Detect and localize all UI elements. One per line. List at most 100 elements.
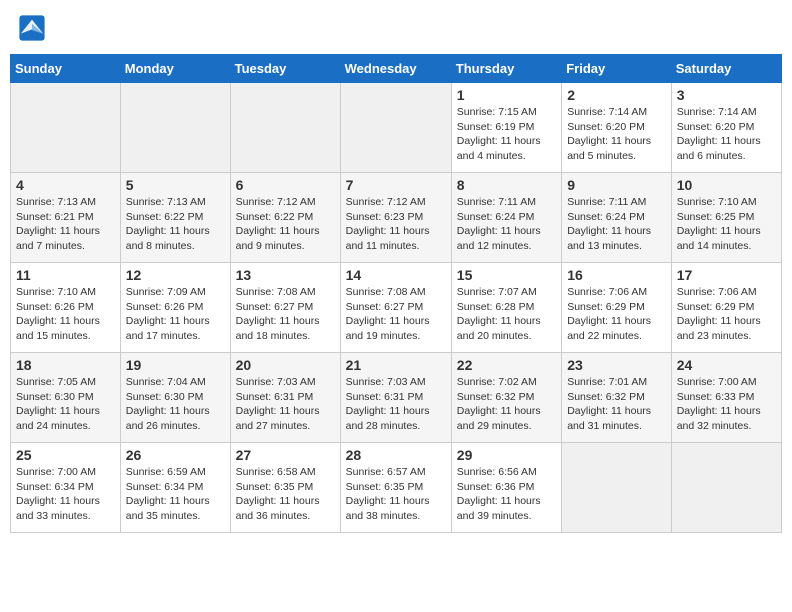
day-number: 20	[236, 357, 335, 373]
day-number: 26	[126, 447, 225, 463]
header-day-tuesday: Tuesday	[230, 55, 340, 83]
day-info: Sunrise: 7:03 AM Sunset: 6:31 PM Dayligh…	[236, 375, 335, 434]
day-info: Sunrise: 7:08 AM Sunset: 6:27 PM Dayligh…	[236, 285, 335, 344]
day-number: 10	[677, 177, 776, 193]
day-info: Sunrise: 7:07 AM Sunset: 6:28 PM Dayligh…	[457, 285, 556, 344]
calendar-cell: 29 Sunrise: 6:56 AM Sunset: 6:36 PM Dayli…	[451, 443, 561, 533]
day-number: 15	[457, 267, 556, 283]
day-info: Sunrise: 7:12 AM Sunset: 6:22 PM Dayligh…	[236, 195, 335, 254]
day-number: 16	[567, 267, 666, 283]
calendar-cell: 7 Sunrise: 7:12 AM Sunset: 6:23 PM Daylig…	[340, 173, 451, 263]
day-number: 22	[457, 357, 556, 373]
day-number: 28	[346, 447, 446, 463]
day-info: Sunrise: 7:05 AM Sunset: 6:30 PM Dayligh…	[16, 375, 115, 434]
calendar-cell: 17Sunrise: 7:06 AM Sunset: 6:29 PM Dayli…	[671, 263, 781, 353]
day-info: Sunrise: 7:00 AM Sunset: 6:33 PM Dayligh…	[677, 375, 776, 434]
day-info: Sunrise: 7:13 AM Sunset: 6:22 PM Dayligh…	[126, 195, 225, 254]
logo-icon	[18, 14, 46, 42]
day-number: 11	[16, 267, 115, 283]
calendar-cell: 22 Sunrise: 7:02 AM Sunset: 6:32 PM Dayli…	[451, 353, 561, 443]
header-day-wednesday: Wednesday	[340, 55, 451, 83]
calendar-cell	[230, 83, 340, 173]
day-number: 3	[677, 87, 776, 103]
day-info: Sunrise: 7:15 AM Sunset: 6:19 PM Dayligh…	[457, 105, 556, 164]
day-info: Sunrise: 7:04 AM Sunset: 6:30 PM Dayligh…	[126, 375, 225, 434]
header-day-friday: Friday	[562, 55, 672, 83]
calendar-cell: 10 Sunrise: 7:10 AM Sunset: 6:25 PM Dayli…	[671, 173, 781, 263]
day-number: 2	[567, 87, 666, 103]
calendar-week-2: 4Sunrise: 7:13 AM Sunset: 6:21 PM Daylig…	[11, 173, 782, 263]
day-number: 5	[126, 177, 225, 193]
calendar-cell: 18 Sunrise: 7:05 AM Sunset: 6:30 PM Dayli…	[11, 353, 121, 443]
calendar-cell: 12 Sunrise: 7:09 AM Sunset: 6:26 PM Dayli…	[120, 263, 230, 353]
day-number: 23	[567, 357, 666, 373]
calendar-cell: 3Sunrise: 7:14 AM Sunset: 6:20 PM Daylig…	[671, 83, 781, 173]
day-info: Sunrise: 6:58 AM Sunset: 6:35 PM Dayligh…	[236, 465, 335, 524]
header-day-monday: Monday	[120, 55, 230, 83]
day-info: Sunrise: 7:10 AM Sunset: 6:26 PM Dayligh…	[16, 285, 115, 344]
header-day-sunday: Sunday	[11, 55, 121, 83]
day-info: Sunrise: 7:10 AM Sunset: 6:25 PM Dayligh…	[677, 195, 776, 254]
calendar-week-4: 18 Sunrise: 7:05 AM Sunset: 6:30 PM Dayli…	[11, 353, 782, 443]
day-info: Sunrise: 7:14 AM Sunset: 6:20 PM Dayligh…	[567, 105, 666, 164]
calendar-cell: 13 Sunrise: 7:08 AM Sunset: 6:27 PM Dayli…	[230, 263, 340, 353]
calendar-cell: 2 Sunrise: 7:14 AM Sunset: 6:20 PM Daylig…	[562, 83, 672, 173]
calendar-cell	[562, 443, 672, 533]
calendar-cell: 16 Sunrise: 7:06 AM Sunset: 6:29 PM Dayli…	[562, 263, 672, 353]
day-number: 8	[457, 177, 556, 193]
day-number: 4	[16, 177, 115, 193]
day-number: 9	[567, 177, 666, 193]
calendar-cell	[340, 83, 451, 173]
day-number: 17	[677, 267, 776, 283]
day-info: Sunrise: 7:00 AM Sunset: 6:34 PM Dayligh…	[16, 465, 115, 524]
day-info: Sunrise: 7:02 AM Sunset: 6:32 PM Dayligh…	[457, 375, 556, 434]
day-info: Sunrise: 7:08 AM Sunset: 6:27 PM Dayligh…	[346, 285, 446, 344]
calendar-cell: 5 Sunrise: 7:13 AM Sunset: 6:22 PM Daylig…	[120, 173, 230, 263]
calendar-cell: 9 Sunrise: 7:11 AM Sunset: 6:24 PM Daylig…	[562, 173, 672, 263]
calendar-cell: 14 Sunrise: 7:08 AM Sunset: 6:27 PM Dayli…	[340, 263, 451, 353]
day-info: Sunrise: 7:12 AM Sunset: 6:23 PM Dayligh…	[346, 195, 446, 254]
calendar-cell	[11, 83, 121, 173]
day-number: 12	[126, 267, 225, 283]
calendar-cell	[120, 83, 230, 173]
day-number: 6	[236, 177, 335, 193]
calendar-cell: 19 Sunrise: 7:04 AM Sunset: 6:30 PM Dayli…	[120, 353, 230, 443]
calendar-cell: 23 Sunrise: 7:01 AM Sunset: 6:32 PM Dayli…	[562, 353, 672, 443]
day-number: 13	[236, 267, 335, 283]
day-info: Sunrise: 7:09 AM Sunset: 6:26 PM Dayligh…	[126, 285, 225, 344]
day-info: Sunrise: 7:11 AM Sunset: 6:24 PM Dayligh…	[567, 195, 666, 254]
day-info: Sunrise: 7:06 AM Sunset: 6:29 PM Dayligh…	[567, 285, 666, 344]
calendar-cell	[671, 443, 781, 533]
day-number: 18	[16, 357, 115, 373]
day-info: Sunrise: 7:01 AM Sunset: 6:32 PM Dayligh…	[567, 375, 666, 434]
day-number: 19	[126, 357, 225, 373]
calendar-week-1: 1Sunrise: 7:15 AM Sunset: 6:19 PM Daylig…	[11, 83, 782, 173]
day-info: Sunrise: 6:59 AM Sunset: 6:34 PM Dayligh…	[126, 465, 225, 524]
calendar-week-5: 25 Sunrise: 7:00 AM Sunset: 6:34 PM Dayli…	[11, 443, 782, 533]
calendar-cell: 8 Sunrise: 7:11 AM Sunset: 6:24 PM Daylig…	[451, 173, 561, 263]
day-number: 7	[346, 177, 446, 193]
calendar-cell: 24 Sunrise: 7:00 AM Sunset: 6:33 PM Dayli…	[671, 353, 781, 443]
day-info: Sunrise: 6:57 AM Sunset: 6:35 PM Dayligh…	[346, 465, 446, 524]
day-number: 24	[677, 357, 776, 373]
calendar-header: SundayMondayTuesdayWednesdayThursdayFrid…	[11, 55, 782, 83]
calendar-cell: 15 Sunrise: 7:07 AM Sunset: 6:28 PM Dayli…	[451, 263, 561, 353]
day-info: Sunrise: 7:03 AM Sunset: 6:31 PM Dayligh…	[346, 375, 446, 434]
day-number: 21	[346, 357, 446, 373]
calendar-body: 1Sunrise: 7:15 AM Sunset: 6:19 PM Daylig…	[11, 83, 782, 533]
calendar-cell: 26 Sunrise: 6:59 AM Sunset: 6:34 PM Dayli…	[120, 443, 230, 533]
day-info: Sunrise: 6:56 AM Sunset: 6:36 PM Dayligh…	[457, 465, 556, 524]
day-number: 25	[16, 447, 115, 463]
day-number: 29	[457, 447, 556, 463]
calendar-cell: 28 Sunrise: 6:57 AM Sunset: 6:35 PM Dayli…	[340, 443, 451, 533]
logo	[18, 14, 50, 42]
calendar-cell: 25 Sunrise: 7:00 AM Sunset: 6:34 PM Dayli…	[11, 443, 121, 533]
calendar-table: SundayMondayTuesdayWednesdayThursdayFrid…	[10, 54, 782, 533]
calendar-cell: 6 Sunrise: 7:12 AM Sunset: 6:22 PM Daylig…	[230, 173, 340, 263]
calendar-week-3: 11 Sunrise: 7:10 AM Sunset: 6:26 PM Dayli…	[11, 263, 782, 353]
calendar-cell: 20 Sunrise: 7:03 AM Sunset: 6:31 PM Dayli…	[230, 353, 340, 443]
header-row: SundayMondayTuesdayWednesdayThursdayFrid…	[11, 55, 782, 83]
calendar-cell: 4Sunrise: 7:13 AM Sunset: 6:21 PM Daylig…	[11, 173, 121, 263]
day-info: Sunrise: 7:11 AM Sunset: 6:24 PM Dayligh…	[457, 195, 556, 254]
day-number: 14	[346, 267, 446, 283]
